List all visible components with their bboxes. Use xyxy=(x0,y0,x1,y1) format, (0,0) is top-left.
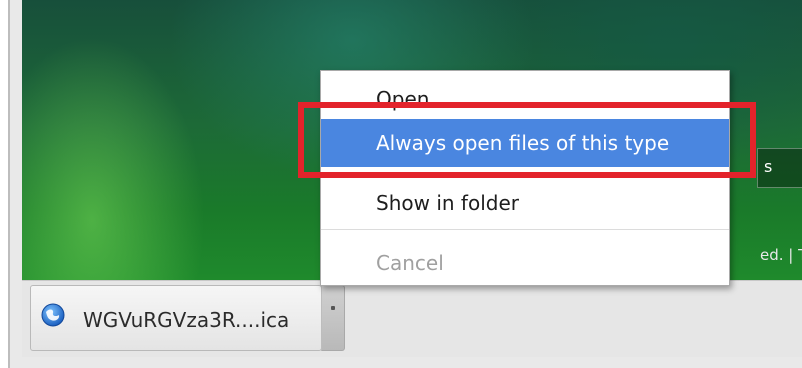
dropdown-arrow-icon xyxy=(331,306,335,310)
download-file-name: WGVuRGVza3R....ica xyxy=(83,308,290,332)
menu-separator xyxy=(321,229,729,230)
download-item[interactable]: WGVuRGVza3R....ica xyxy=(30,285,322,351)
globe-icon xyxy=(41,303,65,327)
page-button-fragment[interactable]: s xyxy=(757,148,802,188)
menu-item-show-in-folder[interactable]: Show in folder xyxy=(321,181,729,225)
annotation-highlight-box xyxy=(298,102,756,178)
menu-item-cancel[interactable]: Cancel xyxy=(321,241,729,285)
page-footer-text: ed. | Thi xyxy=(760,246,802,264)
download-dropdown-button[interactable] xyxy=(321,285,345,351)
